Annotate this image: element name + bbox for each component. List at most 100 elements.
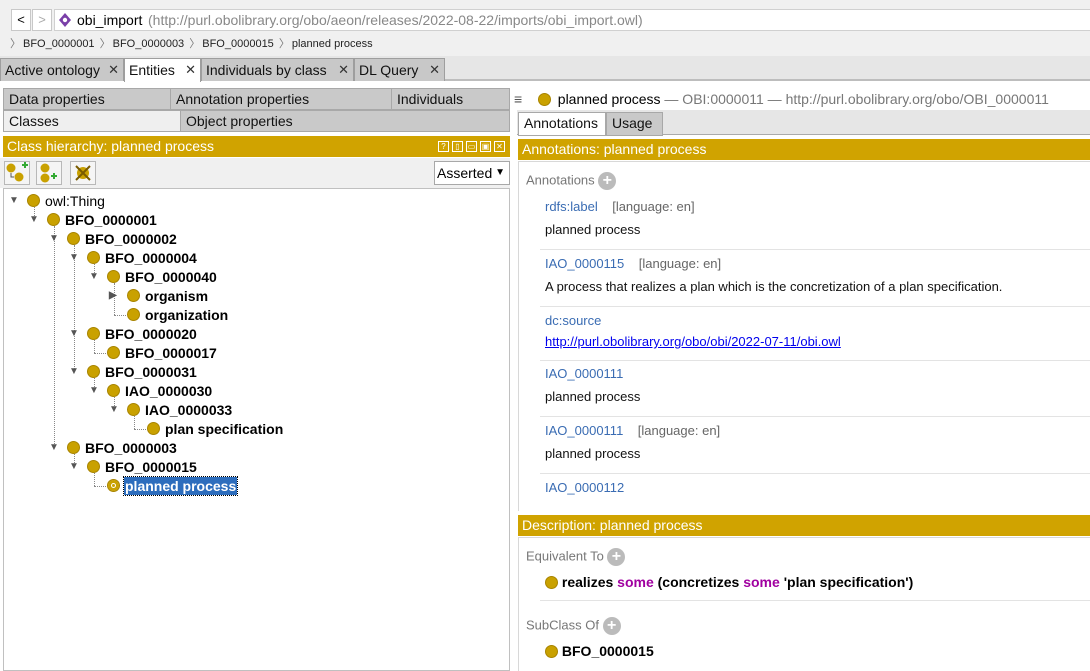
class-icon <box>67 232 80 245</box>
annotation-key[interactable]: IAO_0000111 [language: en] <box>545 423 720 438</box>
chevron-down-icon[interactable]: ▼ <box>89 268 99 286</box>
chevron-down-icon[interactable]: ▼ <box>69 458 79 476</box>
defined-class-icon <box>107 479 120 492</box>
chevron-right-icon[interactable]: ▶ <box>109 287 117 305</box>
chevron-down-icon[interactable]: ▼ <box>69 325 79 343</box>
class-icon <box>545 576 558 589</box>
tab-annotation-properties[interactable]: Annotation properties <box>170 88 392 110</box>
equivalent-expression[interactable]: realizes some (concretizes some 'plan sp… <box>545 574 913 590</box>
close-view-icon[interactable]: ✕ <box>494 141 505 152</box>
annotation-property: IAO_0000111 <box>545 423 624 438</box>
ontology-name: obi_import <box>77 12 143 28</box>
class-icon <box>47 213 60 226</box>
close-icon[interactable]: ✕ <box>338 59 349 81</box>
close-icon[interactable]: ✕ <box>108 59 119 81</box>
tab-active-ontology[interactable]: Active ontology ✕ <box>0 58 124 81</box>
help-icon[interactable]: ? <box>438 141 449 152</box>
breadcrumb-item[interactable]: BFO_0000001 <box>23 38 95 50</box>
forward-button[interactable]: > <box>32 9 52 31</box>
annotation-key[interactable]: IAO_0000115 [language: en] <box>545 256 721 271</box>
superclass-name: BFO_0000015 <box>561 643 654 659</box>
equivalent-to-header: Equivalent To + <box>526 548 626 566</box>
tab-usage[interactable]: Usage <box>606 112 663 136</box>
breadcrumb-item[interactable]: planned process <box>292 38 373 50</box>
expr-class: 'plan specification') <box>783 574 914 590</box>
annotation-property: IAO_0000115 <box>545 256 625 271</box>
annotation-key[interactable]: IAO_0000111 <box>545 366 623 381</box>
chevron-down-icon[interactable]: ▼ <box>69 363 79 381</box>
tab-label: Active ontology <box>5 62 100 78</box>
delete-class-button[interactable] <box>70 161 96 185</box>
add-annotation-icon[interactable]: + <box>598 172 617 190</box>
expr-property: (concretizes <box>657 574 740 590</box>
tree-node-label: IAO_0000033 <box>145 402 233 418</box>
tab-individuals-by-class[interactable]: Individuals by class ✕ <box>201 58 354 81</box>
tab-label: DL Query <box>359 62 419 78</box>
maximize-icon[interactable]: ▣ <box>480 141 491 152</box>
hierarchy-mode-value: Asserted <box>437 165 493 181</box>
subclass-of-label: SubClass Of <box>526 617 599 633</box>
split-vertical-icon[interactable]: ▯ <box>452 141 463 152</box>
tab-data-properties[interactable]: Data properties <box>3 88 171 110</box>
hierarchy-mode-select[interactable]: Asserted ▼ <box>434 161 510 185</box>
delete-class-icon <box>75 165 91 181</box>
chevron-down-icon[interactable]: ▼ <box>29 211 39 229</box>
equivalent-to-label: Equivalent To <box>526 548 604 564</box>
tab-classes[interactable]: Classes <box>3 110 181 132</box>
tab-entities[interactable]: Entities ✕ <box>124 58 201 82</box>
annotation-key[interactable]: IAO_0000112 <box>545 480 624 495</box>
tree-node-label: organism <box>145 288 209 304</box>
add-superclass-icon[interactable]: + <box>602 617 621 635</box>
class-icon <box>127 289 140 302</box>
annotation-property: rdfs:label <box>545 199 598 214</box>
breadcrumb-item[interactable]: BFO_0000015 <box>202 38 274 50</box>
annotation-key[interactable]: dc:source <box>545 313 601 328</box>
chevron-down-icon[interactable]: ▼ <box>89 382 99 400</box>
chevron-down-icon[interactable]: ▼ <box>49 230 59 248</box>
annotation-property: IAO_0000112 <box>545 480 625 495</box>
class-icon <box>127 308 140 321</box>
annotation-key[interactable]: rdfs:label [language: en] <box>545 199 695 214</box>
back-button[interactable]: < <box>11 9 31 31</box>
close-icon[interactable]: ✕ <box>185 59 196 81</box>
tree-node-label: BFO_0000040 <box>125 269 217 285</box>
annotations-label: Annotations <box>526 172 595 188</box>
chevron-down-icon: ▼ <box>495 167 505 178</box>
annotation-language: [language: en] <box>638 256 722 271</box>
add-equivalent-icon[interactable]: + <box>607 548 626 566</box>
annotation-value: planned process <box>545 446 641 461</box>
chevron-down-icon[interactable]: ▼ <box>109 401 119 419</box>
close-icon[interactable]: ✕ <box>429 59 440 81</box>
class-icon <box>127 403 140 416</box>
tree-node-label: BFO_0000004 <box>105 250 197 266</box>
superclass-item[interactable]: BFO_0000015 <box>545 643 654 659</box>
class-icon <box>27 194 40 207</box>
chevron-down-icon[interactable]: ▼ <box>9 192 19 210</box>
class-icon <box>147 422 160 435</box>
tab-label: Individuals by class <box>206 62 327 78</box>
ontology-iri: (http://purl.obolibrary.org/obo/aeon/rel… <box>148 12 643 28</box>
breadcrumb-item[interactable]: BFO_0000003 <box>113 38 185 50</box>
split-horizontal-icon[interactable]: ▭ <box>466 141 477 152</box>
tab-dl-query[interactable]: DL Query ✕ <box>354 58 445 81</box>
entity-address-bar[interactable]: obi_import (http://purl.obolibrary.org/o… <box>54 9 1090 31</box>
chevron-down-icon[interactable]: ▼ <box>49 439 59 457</box>
class-icon <box>87 460 100 473</box>
add-subclass-button[interactable] <box>4 161 30 185</box>
annotation-property: IAO_0000111 <box>545 366 624 381</box>
tree-node-label: BFO_0000017 <box>125 345 217 361</box>
tab-individuals[interactable]: Individuals <box>391 88 510 110</box>
tab-annotations[interactable]: Annotations <box>518 112 606 136</box>
menu-icon[interactable]: ≡ <box>514 88 528 110</box>
class-icon <box>87 365 100 378</box>
expr-keyword: some <box>743 574 780 590</box>
annotation-language: [language: en] <box>612 199 695 214</box>
add-sibling-button[interactable] <box>36 161 62 185</box>
expr-property: realizes <box>561 574 614 590</box>
tab-object-properties[interactable]: Object properties <box>180 110 510 132</box>
annotation-value: planned process <box>545 389 641 404</box>
chevron-down-icon[interactable]: ▼ <box>69 249 79 267</box>
tree-node-label: BFO_0000015 <box>105 459 197 475</box>
annotation-link[interactable]: http://purl.obolibrary.org/obo/obi/2022-… <box>545 334 841 349</box>
class-icon <box>545 645 558 658</box>
